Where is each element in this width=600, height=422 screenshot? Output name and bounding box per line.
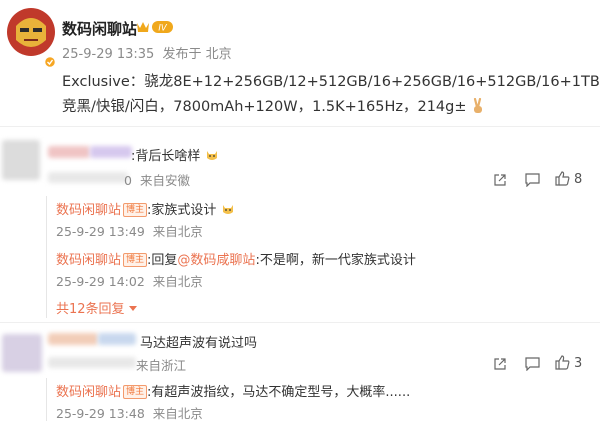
commenter-name-blurred[interactable] [48,333,98,345]
post-meta: 25-9-29 13:35 发布于 北京 [62,43,232,62]
thumbs-up-icon[interactable] [555,355,570,374]
reply-author[interactable]: 数码闲聊站 [56,253,121,268]
reply-item: 数码闲聊站 博主:回复@数码咸聊站:不是啊，新一代家族式设计 [56,249,416,268]
reply-item: 数码闲聊站 博主:家族式设计 [56,199,235,220]
comment-divider [0,322,600,323]
like-count: 8 [574,172,583,187]
share-icon[interactable] [493,356,507,375]
post-text-line-1: Exclusive：骁龙8E+12+256GB/12+512GB/16+256G… [62,74,600,90]
comment-time-blurred [48,357,136,368]
blogger-tag: 博主 [123,253,148,267]
comment-time-blurred [48,172,128,183]
share-icon[interactable] [493,172,507,191]
reply-time[interactable]: 25-9-29 14:02 [56,274,145,289]
comment-icon[interactable] [525,356,540,375]
commenter-name-blurred[interactable] [48,146,90,158]
reply-time[interactable]: 25-9-29 13:48 [56,406,145,421]
comment-icon[interactable] [525,172,540,191]
reply-item: 数码闲聊站 博主:有超声波指纹，马达不确定型号，大概率...... [56,381,410,400]
victory-hand-emoji [471,97,485,118]
reply-text: :家族式设计 [147,203,217,218]
like-count: 3 [574,356,583,371]
reply-text: :不是啊，新一代家族式设计 [255,253,416,268]
commenter-avatar[interactable] [2,140,40,180]
reply-author[interactable]: 数码闲聊站 [56,385,121,400]
author-name[interactable]: 数码闲聊站 [62,18,137,39]
post-source: 发布于 北京 [162,47,232,62]
commenter-name-blurred-2[interactable] [90,146,132,158]
cat-face-emoji [221,203,235,220]
cat-face-emoji [205,149,219,166]
post-text-line-2: 竞黑/快银/闪白，7800mAh+120W，1.5K+165Hz，214g± [62,95,485,118]
comment-meta: 来自浙江 [136,358,187,373]
comment-meta: 0 来自安徽 [124,173,190,188]
thumbs-up-icon[interactable] [555,171,570,190]
author-avatar[interactable] [6,6,57,69]
reply-meta: 25-9-29 13:48 来自北京 [56,406,203,421]
mention-link[interactable]: @数码咸聊站 [177,253,255,268]
comment-text: 马达超声波有说过吗 [140,336,258,351]
post-time[interactable]: 25-9-29 13:35 [62,47,154,62]
comment-text: :背后长啥样 [131,145,219,166]
reply-meta: 25-9-29 14:02 来自北京 [56,274,203,289]
more-replies-link[interactable]: 共12条回复 [56,298,137,317]
commenter-name-blurred-2[interactable] [98,333,136,345]
chevron-down-icon [128,301,137,316]
reply-author[interactable]: 数码闲聊站 [56,203,121,218]
reply-time[interactable]: 25-9-29 13:49 [56,224,145,239]
vip-badge[interactable]: IV [136,19,174,35]
blogger-tag: 博主 [123,203,148,217]
reply-text: :有超声波指纹，马达不确定型号，大概率...... [147,385,411,400]
commenter-avatar[interactable] [2,334,42,372]
post-divider [0,126,600,127]
reply-prefix: :回复 [147,253,178,268]
blogger-tag: 博主 [123,385,148,399]
vip-level: IV [158,24,168,34]
reply-meta: 25-9-29 13:49 来自北京 [56,224,203,239]
